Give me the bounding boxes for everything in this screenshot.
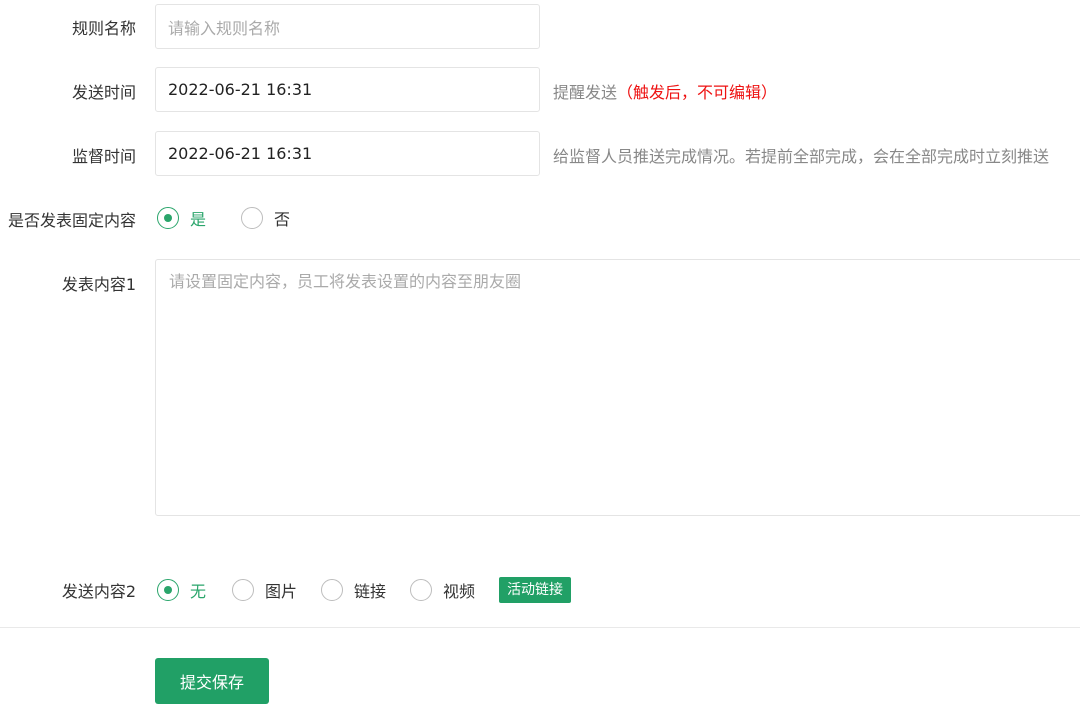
divider: [0, 627, 1080, 628]
rule-name-input[interactable]: 请输入规则名称: [155, 4, 540, 49]
fixed-content-yes-radio[interactable]: 是: [157, 206, 206, 230]
fixed-content-radio-group: 是 否: [157, 206, 314, 230]
send-time-hint-text: 提醒发送: [553, 83, 618, 102]
rule-name-label: 规则名称: [71, 19, 136, 38]
activity-link-tag[interactable]: 活动链接: [499, 577, 572, 603]
fixed-content-label: 是否发表固定内容: [7, 211, 136, 230]
submit-save-button[interactable]: 提交保存: [155, 658, 269, 704]
content1-label: 发表内容1: [61, 275, 136, 294]
supervise-time-label: 监督时间: [71, 147, 136, 166]
radio-unchecked-icon: [321, 579, 344, 601]
radio-label: 链接: [354, 582, 387, 601]
radio-checked-icon: [157, 207, 179, 229]
radio-label: 视频: [443, 582, 476, 601]
content1-textarea[interactable]: 请设置固定内容，员工将发表设置的内容至朋友圈: [155, 259, 1080, 516]
radio-checked-icon: [157, 579, 179, 601]
content2-video-radio[interactable]: 视频: [410, 578, 475, 602]
send-time-hint: 提醒发送（触发后，不可编辑）: [553, 79, 777, 103]
content2-label: 发送内容2: [61, 582, 136, 601]
fixed-content-no-radio[interactable]: 否: [241, 206, 290, 230]
content2-image-radio[interactable]: 图片: [232, 578, 297, 602]
radio-unchecked-icon: [410, 579, 433, 601]
radio-unchecked-icon: [232, 579, 255, 601]
supervise-time-hint: 给监督人员推送完成情况。若提前全部完成，会在全部完成时立刻推送: [553, 147, 1050, 166]
supervise-time-input[interactable]: 2022-06-21 16:31: [155, 131, 540, 176]
content2-link-radio[interactable]: 链接: [321, 578, 386, 602]
send-time-input[interactable]: 2022-06-21 16:31: [155, 67, 540, 112]
content2-none-radio[interactable]: 无: [157, 578, 206, 602]
send-time-hint-warning: （触发后，不可编辑）: [617, 83, 778, 102]
send-time-label: 发送时间: [71, 83, 136, 102]
content2-radio-group: 无 图片 链接 视频 活动链接: [157, 577, 572, 603]
radio-label: 无: [190, 582, 207, 601]
radio-unchecked-icon: [241, 207, 264, 229]
radio-label: 图片: [265, 582, 298, 601]
radio-label: 是: [190, 210, 207, 229]
radio-label: 否: [274, 210, 291, 229]
